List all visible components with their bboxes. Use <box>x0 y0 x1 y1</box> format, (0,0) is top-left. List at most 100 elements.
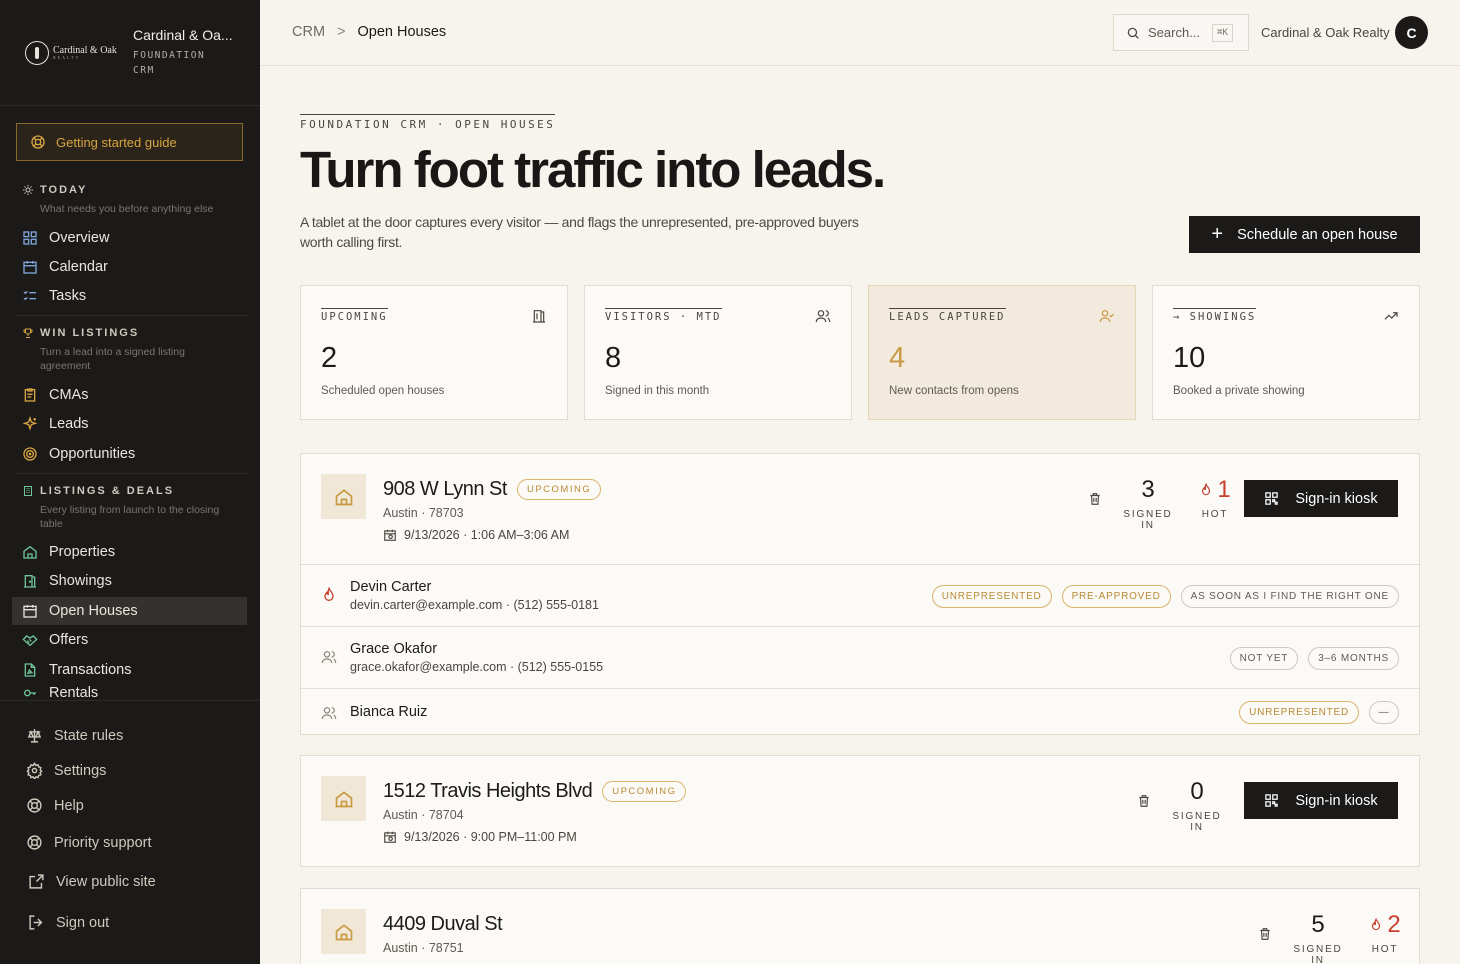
sidebar-item-opportunities[interactable]: Opportunities <box>12 440 247 468</box>
lifebuoy-icon <box>27 835 42 850</box>
view-public-site-label: View public site <box>56 873 156 890</box>
external-link-icon <box>29 874 44 889</box>
sidebar-item-rentals[interactable]: Rentals <box>12 685 247 700</box>
tag-financing: NOT YET <box>1229 647 1299 670</box>
help-link[interactable]: Help <box>26 797 84 814</box>
tag-pre-approved: PRE-APPROVED <box>1061 585 1171 608</box>
sidebar-item-open-houses[interactable]: Open Houses <box>12 597 247 625</box>
page-description: A tablet at the door captures every visi… <box>300 214 859 250</box>
stat-value: 10 <box>1173 342 1206 374</box>
schedule-text: 9/13/2026 · 9:00 PM–11:00 PM <box>404 830 577 844</box>
calendar-icon <box>23 605 37 618</box>
settings-label: Settings <box>54 762 107 779</box>
sparkles-icon <box>22 416 38 431</box>
section-desc: Every listing from launch to the closing… <box>40 504 220 530</box>
section-win-listings: WIN LISTINGS Turn a lead into a signed l… <box>22 327 230 373</box>
house-icon-tile <box>321 909 366 954</box>
org-name: Cardinal & Oa... <box>133 27 233 43</box>
trophy-icon <box>23 328 33 338</box>
page-eyebrow: FOUNDATION CRM · OPEN HOUSES <box>300 114 556 131</box>
state-rules-label: State rules <box>54 727 124 744</box>
sign-in-kiosk-button[interactable]: Sign-in kiosk <box>1244 480 1398 517</box>
plus-icon: + <box>1211 223 1224 245</box>
stat-desc: Signed in this month <box>605 385 710 397</box>
visitor-row[interactable]: Devin Carter devin.carter@example.com · … <box>301 564 1419 626</box>
sidebar-item-overview[interactable]: Overview <box>12 224 247 252</box>
handshake-icon <box>22 635 38 647</box>
flame-icon <box>1372 918 1381 931</box>
visitor-row[interactable]: Bianca Ruiz UNREPRESENTED — <box>301 688 1419 734</box>
avatar[interactable]: C <box>1395 16 1428 49</box>
house-icon-tile <box>321 776 366 821</box>
qr-code-icon <box>1265 794 1279 807</box>
stat-value: 2 <box>321 342 338 374</box>
trash-icon[interactable] <box>1137 794 1151 808</box>
sidebar-item-leads[interactable]: Leads <box>12 410 247 438</box>
gear-icon <box>26 762 43 779</box>
sidebar-item-label: Tasks <box>49 288 87 304</box>
visitor-contact: devin.carter@example.com · (512) 555-018… <box>350 598 599 612</box>
sign-in-kiosk-label: Sign-in kiosk <box>1295 792 1378 809</box>
org-switcher[interactable]: Cardinal & Oak Realty <box>1261 25 1390 40</box>
listing-city: Austin · 78751 <box>383 941 464 955</box>
trash-icon[interactable] <box>1088 492 1102 506</box>
sign-out-link[interactable]: Sign out <box>28 914 109 931</box>
sidebar-item-properties[interactable]: Properties <box>12 538 247 566</box>
listing-address[interactable]: 1512 Travis Heights Blvd <box>383 780 593 803</box>
org-plan: FOUNDATION CRM <box>133 50 206 76</box>
building-icon <box>533 310 545 323</box>
target-icon <box>23 447 37 461</box>
visitor-row[interactable]: Grace Okafor grace.okafor@example.com · … <box>301 626 1419 688</box>
stat-card-visitors[interactable]: VISITORS · MTD 8 Signed in this month <box>584 285 852 420</box>
listing-city: Austin · 78703 <box>383 506 464 520</box>
signed-in-label: SIGNED IN <box>1172 811 1222 833</box>
sun-icon <box>23 185 33 195</box>
view-public-site-link[interactable]: View public site <box>28 873 156 890</box>
sidebar-item-label: Open Houses <box>49 603 138 619</box>
state-rules-link[interactable]: State rules <box>26 727 123 744</box>
sign-in-kiosk-button[interactable]: Sign-in kiosk <box>1244 782 1398 819</box>
breadcrumb-root[interactable]: CRM <box>292 24 325 40</box>
sidebar-item-cmas[interactable]: CMAs <box>12 381 247 409</box>
divider <box>16 473 248 474</box>
signed-in-count: 5 SIGNED IN <box>1286 911 1350 964</box>
visitor-name: Bianca Ruiz <box>350 704 428 720</box>
search-button[interactable]: Search... ⌘K <box>1113 14 1249 51</box>
logo-sub: REALTY <box>53 54 81 60</box>
sidebar-item-showings[interactable]: Showings <box>12 567 247 595</box>
open-house-card: 908 W Lynn St UPCOMING Austin · 78703 9/1… <box>300 453 1420 735</box>
sidebar-item-offers[interactable]: Offers <box>12 626 247 654</box>
hot-count: 2 HOT <box>1361 911 1409 955</box>
listing-schedule: 9/13/2026 · 1:06 AM–3:06 AM <box>383 528 569 542</box>
hot-count: 1 HOT <box>1191 476 1239 520</box>
sidebar-item-tasks[interactable]: Tasks <box>12 282 247 310</box>
brand[interactable]: Cardinal & Oak REALTY Cardinal & Oa... FO… <box>0 0 260 106</box>
getting-started-button[interactable]: Getting started guide <box>16 123 243 161</box>
status-badge: UPCOMING <box>602 781 687 802</box>
schedule-open-house-button[interactable]: + Schedule an open house <box>1189 216 1420 253</box>
users-icon <box>321 707 337 720</box>
priority-support-link[interactable]: Priority support <box>26 834 152 851</box>
stat-card-leads-captured[interactable]: LEADS CAPTURED 4 New contacts from opens <box>868 285 1136 420</box>
settings-link[interactable]: Settings <box>26 762 106 779</box>
priority-support-label: Priority support <box>54 834 152 851</box>
getting-started-label: Getting started guide <box>56 134 177 150</box>
sidebar-footer: State rules Settings Help Priority suppo… <box>0 700 260 964</box>
listing-address[interactable]: 4409 Duval St <box>383 913 503 936</box>
sidebar-item-transactions[interactable]: Transactions <box>12 656 247 684</box>
list-check-icon <box>23 290 36 301</box>
stat-card-upcoming[interactable]: UPCOMING 2 Scheduled open houses <box>300 285 568 420</box>
stat-card-showings[interactable]: → SHOWINGS 10 Booked a private showing <box>1152 285 1420 420</box>
help-label: Help <box>54 797 84 814</box>
sidebar-item-label: Offers <box>49 632 89 648</box>
stat-value: 8 <box>605 342 622 374</box>
lifebuoy-icon <box>27 798 42 813</box>
section-today: TODAY What needs you before anything els… <box>22 184 230 216</box>
section-title: TODAY <box>40 184 88 196</box>
sidebar-item-calendar[interactable]: Calendar <box>12 253 247 281</box>
trash-icon[interactable] <box>1258 927 1272 941</box>
stat-value: 4 <box>889 342 906 374</box>
listing-address[interactable]: 908 W Lynn St <box>383 478 507 501</box>
stat-label: VISITORS · MTD <box>605 308 722 323</box>
tag-unrepresented: UNREPRESENTED <box>1239 701 1359 724</box>
